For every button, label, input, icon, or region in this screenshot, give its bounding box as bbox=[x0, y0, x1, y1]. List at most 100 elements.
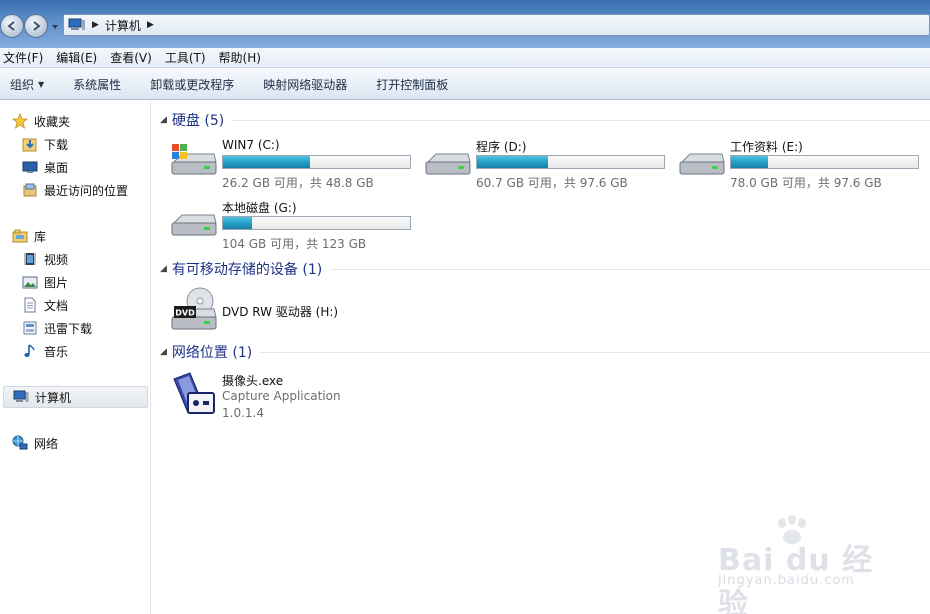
star-icon bbox=[12, 113, 28, 129]
sidebar-item-label: 下载 bbox=[44, 137, 69, 152]
network-item-name: 摄像头.exe bbox=[222, 374, 284, 388]
usage-bar bbox=[222, 155, 411, 169]
usage-bar bbox=[476, 155, 665, 169]
title-bar: ▶ 计算机 ▶ bbox=[0, 0, 930, 48]
sidebar-item-videos[interactable]: 视频 bbox=[0, 248, 150, 270]
drive-capacity: 104 GB 可用，共 123 GB bbox=[222, 237, 367, 251]
drive-capacity: 78.0 GB 可用，共 97.6 GB bbox=[730, 176, 882, 190]
downloads-folder-icon bbox=[22, 136, 38, 152]
group-divider bbox=[260, 351, 930, 353]
sidebar-item-label: 网络 bbox=[34, 436, 59, 451]
drive-name: 工作资料 (E:) bbox=[730, 140, 803, 154]
breadcrumb-separator-icon[interactable]: ▶ bbox=[147, 20, 154, 30]
network-location-camera[interactable]: 摄像头.exe Capture Application 1.0.1.4 bbox=[170, 369, 420, 421]
network-globe-icon bbox=[12, 435, 28, 451]
usage-fill bbox=[731, 156, 769, 168]
drive-name: 程序 (D:) bbox=[476, 140, 527, 154]
sidebar-item-desktop[interactable]: 桌面 bbox=[0, 156, 150, 178]
drive-g[interactable]: 本地磁盘 (G:) 104 GB 可用，共 123 GB bbox=[170, 199, 420, 251]
address-bar[interactable]: ▶ 计算机 ▶ bbox=[63, 14, 930, 36]
usage-bar bbox=[730, 155, 919, 169]
collapse-triangle-icon[interactable]: ◢ bbox=[160, 347, 167, 357]
sidebar-item-label: 音乐 bbox=[44, 344, 69, 359]
sidebar-item-label: 库 bbox=[34, 229, 47, 244]
menu-tools[interactable]: 工具(T) bbox=[165, 49, 213, 66]
drive-capacity: 26.2 GB 可用，共 48.8 GB bbox=[222, 176, 374, 190]
sidebar-item-computer[interactable]: 计算机 bbox=[3, 386, 148, 408]
hard-drive-icon bbox=[679, 153, 725, 175]
dvd-icon-label: DVD bbox=[175, 309, 195, 318]
desktop-icon bbox=[22, 159, 38, 175]
group-header-network[interactable]: ◢ 网络位置 (1) bbox=[160, 342, 930, 362]
drive-capacity: 60.7 GB 可用，共 97.6 GB bbox=[476, 176, 628, 190]
sidebar-item-music[interactable]: 音乐 bbox=[0, 340, 150, 362]
network-item-version: 1.0.1.4 bbox=[222, 406, 264, 420]
uninstall-program-button[interactable]: 卸载或更改程序 bbox=[150, 76, 234, 93]
libraries-icon bbox=[12, 228, 28, 244]
usage-fill bbox=[477, 156, 548, 168]
dvd-drive[interactable]: DVD DVD RW 驱动器 (H:) bbox=[170, 287, 420, 335]
usage-fill bbox=[223, 217, 252, 229]
sidebar-item-label: 视频 bbox=[44, 252, 69, 267]
group-title: 硬盘 (5) bbox=[171, 113, 225, 129]
menu-edit[interactable]: 编辑(E) bbox=[56, 49, 104, 66]
sidebar-item-label: 图片 bbox=[44, 275, 69, 290]
sidebar-item-label: 文档 bbox=[44, 298, 69, 313]
video-library-icon bbox=[22, 251, 38, 267]
pictures-library-icon bbox=[22, 274, 38, 290]
baidu-watermark: Bai du 经验 jingyan.baidu.com bbox=[712, 515, 892, 614]
collapse-triangle-icon[interactable]: ◢ bbox=[160, 264, 167, 274]
system-properties-button[interactable]: 系统属性 bbox=[73, 76, 121, 93]
arrow-right-icon bbox=[33, 21, 41, 31]
group-title: 网络位置 (1) bbox=[171, 345, 253, 361]
sidebar-item-downloads[interactable]: 下载 bbox=[0, 133, 150, 155]
dvd-drive-icon: DVD bbox=[171, 287, 217, 330]
sidebar-item-network[interactable]: 网络 bbox=[0, 432, 150, 454]
sidebar-item-documents[interactable]: 文档 bbox=[0, 294, 150, 316]
sidebar-item-label: 最近访问的位置 bbox=[44, 183, 129, 198]
sidebar-item-xunlei-downloads[interactable]: 迅雷下载 bbox=[0, 317, 150, 339]
hard-drive-icon bbox=[171, 214, 217, 236]
documents-library-icon bbox=[22, 297, 38, 313]
chevron-down-icon: ▼ bbox=[38, 79, 45, 89]
breadcrumb-computer[interactable]: 计算机 bbox=[105, 17, 141, 34]
forward-button[interactable] bbox=[24, 14, 48, 38]
recent-pages-dropdown-icon[interactable] bbox=[50, 22, 60, 32]
drive-c[interactable]: WIN7 (C:) 26.2 GB 可用，共 48.8 GB bbox=[170, 138, 420, 190]
sidebar-item-label: 桌面 bbox=[44, 160, 69, 175]
computer-icon bbox=[13, 389, 29, 405]
sidebar-item-pictures[interactable]: 图片 bbox=[0, 271, 150, 293]
menu-bar: 文件(F) 编辑(E) 查看(V) 工具(T) 帮助(H) bbox=[0, 48, 930, 68]
menu-help[interactable]: 帮助(H) bbox=[219, 49, 268, 66]
sidebar-item-recent-places[interactable]: 最近访问的位置 bbox=[0, 179, 150, 201]
drive-e[interactable]: 工作资料 (E:) 78.0 GB 可用，共 97.6 GB bbox=[678, 138, 928, 190]
group-title: 有可移动存储的设备 (1) bbox=[171, 262, 323, 278]
hard-drive-icon bbox=[425, 153, 471, 175]
drive-d[interactable]: 程序 (D:) 60.7 GB 可用，共 97.6 GB bbox=[424, 138, 674, 190]
group-header-removable[interactable]: ◢ 有可移动存储的设备 (1) bbox=[160, 259, 930, 279]
sidebar-item-favorites[interactable]: 收藏夹 bbox=[0, 110, 150, 132]
sidebar-item-label: 收藏夹 bbox=[34, 114, 71, 129]
group-divider bbox=[330, 268, 930, 270]
organize-button[interactable]: 组织 ▼ bbox=[10, 76, 44, 93]
navigation-pane: 收藏夹 下载 桌面 最近访问的位置 库 视频 图片 文档 迅雷下载 音乐 计算机 bbox=[0, 101, 151, 614]
back-button[interactable] bbox=[0, 14, 24, 38]
collapse-triangle-icon[interactable]: ◢ bbox=[160, 115, 167, 125]
sidebar-item-label: 迅雷下载 bbox=[44, 321, 93, 336]
open-control-panel-button[interactable]: 打开控制面板 bbox=[376, 76, 448, 93]
group-header-hard-disks[interactable]: ◢ 硬盘 (5) bbox=[160, 110, 930, 130]
menu-view[interactable]: 查看(V) bbox=[110, 49, 159, 66]
group-divider bbox=[232, 119, 930, 121]
watermark-url: jingyan.baidu.com bbox=[718, 573, 855, 588]
organize-label: 组织 bbox=[10, 77, 35, 92]
dvd-drive-name: DVD RW 驱动器 (H:) bbox=[222, 305, 339, 319]
arrow-left-icon bbox=[7, 21, 15, 31]
menu-file[interactable]: 文件(F) bbox=[3, 49, 50, 66]
usage-bar bbox=[222, 216, 411, 230]
breadcrumb-separator-icon[interactable]: ▶ bbox=[92, 20, 99, 30]
map-network-drive-button[interactable]: 映射网络驱动器 bbox=[263, 76, 347, 93]
windows-drive-icon bbox=[171, 144, 217, 175]
network-item-description: Capture Application bbox=[222, 389, 341, 403]
sidebar-item-label: 计算机 bbox=[35, 390, 72, 405]
sidebar-item-libraries[interactable]: 库 bbox=[0, 225, 150, 247]
